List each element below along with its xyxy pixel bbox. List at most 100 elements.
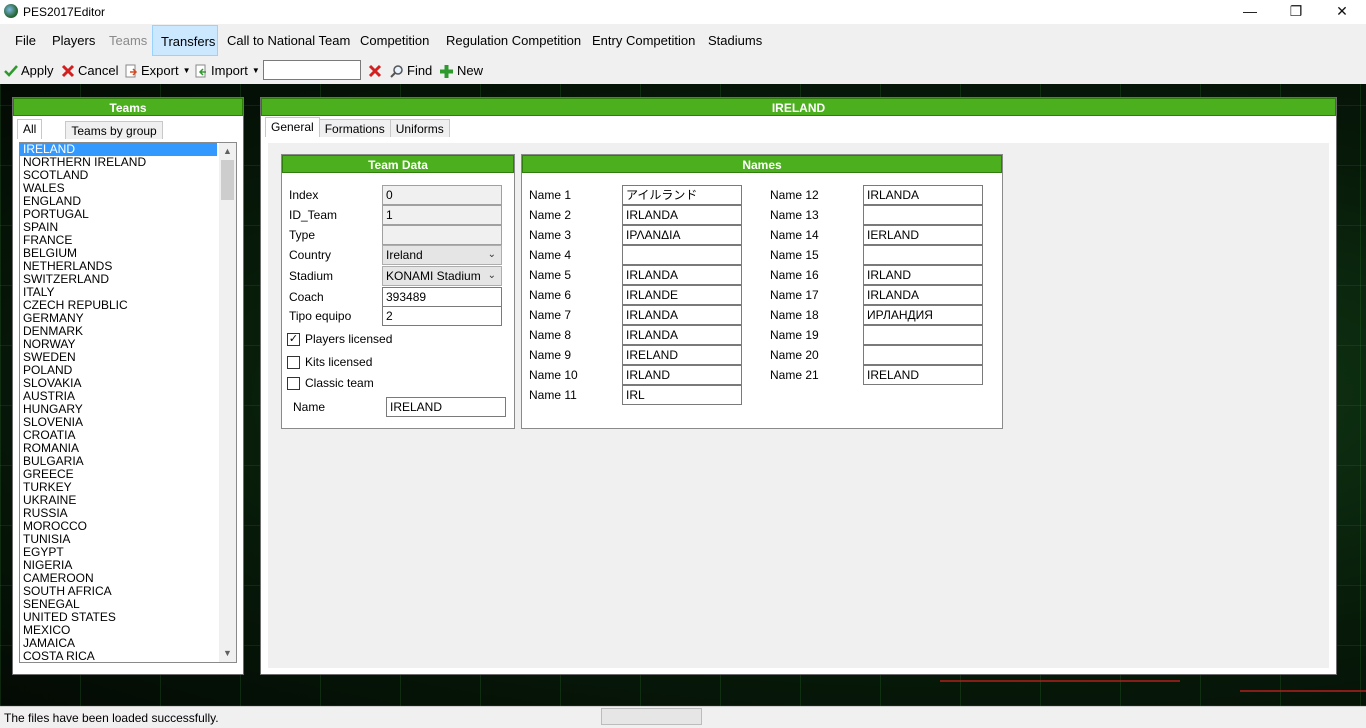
index-field: 0	[382, 185, 502, 205]
name-field[interactable]: IRELAND	[386, 397, 506, 417]
name-slot-label: Name 15	[770, 248, 819, 262]
name-slot-field[interactable]: IRLAND	[863, 265, 983, 285]
name-slot-field[interactable]: IRELAND	[863, 365, 983, 385]
general-tab-content: Team Data Index 0 ID_Team 1 Type Country…	[267, 142, 1330, 669]
status-progress-bar	[601, 708, 702, 725]
cancel-button[interactable]: Cancel	[61, 61, 118, 81]
cancel-label: Cancel	[78, 63, 119, 78]
team-data-title: Team Data	[282, 155, 514, 173]
team-list-scrollbar[interactable]: ▲ ▼	[219, 143, 236, 662]
name-slot-label: Name 21	[770, 368, 819, 382]
name-slot-field[interactable]: IRLANDA	[863, 185, 983, 205]
name-slot-field[interactable]: IRLAND	[622, 365, 742, 385]
country-value: Ireland	[386, 248, 423, 262]
name-slot-field[interactable]	[863, 325, 983, 345]
menu-entry-competition[interactable]: Entry Competition	[584, 25, 703, 56]
name-label: Name	[293, 400, 326, 414]
red-x-icon	[368, 64, 382, 78]
red-x-icon	[61, 64, 75, 78]
name-slot-label: Name 13	[770, 208, 819, 222]
type-label: Type	[289, 228, 316, 242]
background-decor	[1240, 690, 1366, 692]
menu-regulation-competition[interactable]: Regulation Competition	[438, 25, 589, 56]
find-label: Find	[407, 63, 433, 78]
name-slot-label: Name 16	[770, 268, 819, 282]
status-message: The files have been loaded successfully.	[4, 711, 219, 725]
coach-field[interactable]: 393489	[382, 287, 502, 307]
minimize-button[interactable]: —	[1227, 0, 1273, 24]
tipo-equipo-field[interactable]: 2	[382, 306, 502, 326]
search-input[interactable]	[263, 60, 361, 80]
stadium-value: KONAMI Stadium	[386, 269, 481, 283]
apply-label: Apply	[21, 63, 54, 78]
name-slot-field[interactable]: IERLAND	[863, 225, 983, 245]
name-slot-field[interactable]: IRL	[622, 385, 742, 405]
team-list[interactable]: IRELAND NORTHERN IRELAND SCOTLAND WALES ENGL…	[19, 142, 237, 663]
close-button[interactable]: ✕	[1319, 0, 1365, 24]
name-slot-field[interactable]	[622, 245, 742, 265]
export-icon	[125, 64, 138, 78]
name-slot-field[interactable]: IRELAND	[622, 345, 742, 365]
menu-transfers[interactable]: Transfers	[152, 25, 218, 56]
players-licensed-label: Players licensed	[305, 332, 393, 346]
name-slot-label: Name 6	[529, 288, 572, 302]
kits-licensed-label: Kits licensed	[305, 355, 373, 369]
magnifier-icon	[390, 65, 403, 78]
name-slot-field[interactable]: IRLANDA	[622, 305, 742, 325]
tab-teams-by-group[interactable]: Teams by group	[65, 121, 163, 139]
name-slot-label: Name 8	[529, 328, 572, 342]
name-slot-field[interactable]: IRLANDA	[622, 325, 742, 345]
name-slot-label: Name 7	[529, 308, 572, 322]
teams-tabs: All Teams by group	[17, 119, 163, 139]
import-icon	[195, 64, 206, 78]
scroll-thumb[interactable]	[221, 160, 234, 200]
menu-call-national-team[interactable]: Call to National Team	[219, 25, 358, 56]
team-detail-title: IRELAND	[261, 98, 1336, 116]
name-slot-field[interactable]: IRLANDA	[622, 265, 742, 285]
menu-stadiums[interactable]: Stadiums	[700, 25, 770, 56]
name-slot-field[interactable]	[863, 245, 983, 265]
chevron-down-icon: ⌄	[487, 249, 496, 260]
name-slot-field[interactable]: IRLANDE	[622, 285, 742, 305]
clear-search-button[interactable]	[368, 61, 385, 81]
menu-players[interactable]: Players	[44, 25, 103, 56]
name-slot-field[interactable]: IRLANDA	[863, 285, 983, 305]
country-select[interactable]: Ireland ⌄	[382, 245, 502, 265]
menu-file[interactable]: File	[7, 25, 44, 56]
name-slot-field[interactable]	[863, 205, 983, 225]
plus-icon	[440, 64, 453, 78]
export-button[interactable]: Export ▼	[124, 61, 191, 81]
kits-licensed-checkbox[interactable]	[287, 356, 300, 369]
name-slot-field[interactable]	[863, 345, 983, 365]
classic-team-checkbox[interactable]	[287, 377, 300, 390]
players-licensed-checkbox[interactable]: ✓	[287, 333, 300, 346]
background-decor	[940, 680, 1180, 682]
menu-competition[interactable]: Competition	[352, 25, 437, 56]
stadium-select[interactable]: KONAMI Stadium ⌄	[382, 266, 502, 286]
restore-button[interactable]: ❐	[1273, 0, 1319, 24]
tab-all[interactable]: All	[17, 119, 43, 139]
name-slot-field[interactable]: IRLANDA	[622, 205, 742, 225]
new-button[interactable]: New	[439, 61, 483, 81]
name-slot-label: Name 20	[770, 348, 819, 362]
scroll-up-icon[interactable]: ▲	[219, 143, 236, 160]
tipo-equipo-label: Tipo equipo	[289, 309, 352, 323]
tab-uniforms[interactable]: Uniforms	[389, 119, 450, 137]
name-slot-label: Name 18	[770, 308, 819, 322]
name-slot-field[interactable]: ИРЛАНДИЯ	[863, 305, 983, 325]
status-bar: The files have been loaded successfully.	[0, 706, 1366, 728]
name-slot-label: Name 5	[529, 268, 572, 282]
menu-teams[interactable]: Teams	[101, 25, 155, 56]
name-slot-field[interactable]: アイルランド	[622, 185, 742, 205]
tab-formations[interactable]: Formations	[318, 119, 391, 137]
team-data-box: Team Data Index 0 ID_Team 1 Type Country…	[281, 154, 515, 429]
toolbar: Apply Cancel Export ▼ Import ▼ Find New	[0, 58, 1366, 84]
import-button[interactable]: Import ▼	[194, 61, 260, 81]
name-slot-field[interactable]: ΙΡΛΑΝΔΙΑ	[622, 225, 742, 245]
scroll-down-icon[interactable]: ▼	[219, 645, 236, 662]
find-button[interactable]: Find	[390, 61, 432, 81]
tab-general[interactable]: General	[265, 117, 320, 137]
team-list-item[interactable]: COSTA RICA	[20, 650, 217, 663]
apply-button[interactable]: Apply	[4, 61, 54, 81]
name-slot-label: Name 1	[529, 188, 572, 202]
